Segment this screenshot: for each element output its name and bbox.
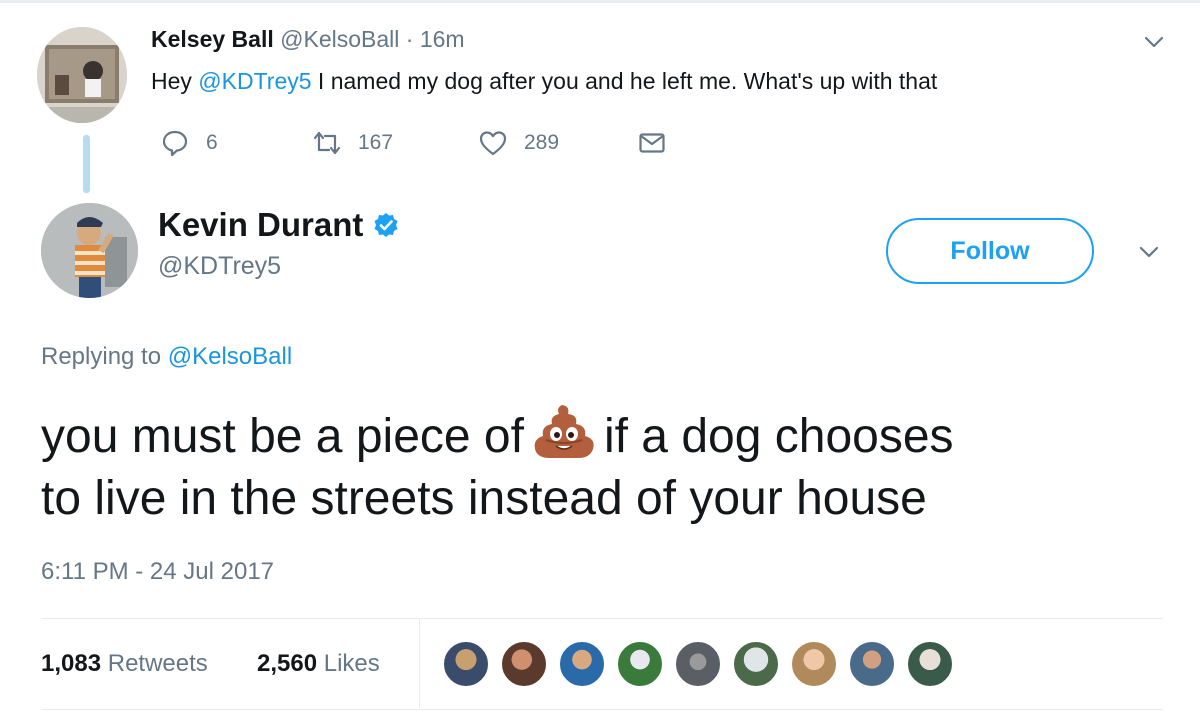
- follow-button[interactable]: Follow: [886, 218, 1094, 284]
- tweet-text-line1-before: you must be a piece of: [41, 410, 524, 463]
- liker-avatar[interactable]: [500, 640, 548, 688]
- liker-avatar[interactable]: [790, 640, 838, 688]
- parent-mention-link[interactable]: @KDTrey5: [198, 68, 311, 94]
- reply-author[interactable]: Kevin Durant: [158, 206, 399, 244]
- tweet-text-line1-after: if a dog chooses: [603, 410, 954, 463]
- chevron-down-icon[interactable]: [1137, 240, 1161, 264]
- thread-connector: [83, 135, 90, 193]
- liker-avatar[interactable]: [442, 640, 490, 688]
- retweet-count: 167: [358, 131, 394, 154]
- liker-avatar[interactable]: [558, 640, 606, 688]
- retweet-button[interactable]: 167: [312, 128, 393, 158]
- heart-icon: [479, 131, 507, 156]
- reply-icon: [162, 130, 188, 157]
- replying-prefix: Replying to: [41, 343, 162, 370]
- reply-author-handle[interactable]: @KDTrey5: [158, 252, 281, 281]
- liker-avatar[interactable]: [732, 640, 780, 688]
- parent-time[interactable]: 16m: [420, 26, 465, 52]
- parent-tweet-text: Hey @KDTrey5 I named my dog after you an…: [151, 68, 937, 95]
- avatar-photo: [37, 27, 127, 123]
- reply-count: 6: [206, 131, 218, 154]
- retweets-stat-label: Retweets: [107, 650, 208, 677]
- liker-avatar[interactable]: [848, 640, 896, 688]
- liker-avatar[interactable]: [906, 640, 954, 688]
- parent-text-after: I named my dog after you and he left me.…: [311, 68, 938, 94]
- avatar-photo: [41, 203, 138, 298]
- envelope-icon: [639, 133, 665, 153]
- stats-divider: [419, 618, 420, 708]
- retweets-stat-count: 1,083: [41, 650, 102, 677]
- retweet-icon: [313, 131, 341, 155]
- retweets-stat[interactable]: 1,083 Retweets: [41, 650, 208, 678]
- replying-to-context: Replying to @KelsoBall: [41, 343, 292, 371]
- parent-text-before: Hey: [151, 68, 199, 94]
- tweet-timestamp[interactable]: 6:11 PM - 24 Jul 2017: [41, 558, 274, 586]
- liker-avatar[interactable]: [616, 640, 664, 688]
- chevron-down-icon[interactable]: [1142, 30, 1166, 54]
- likes-stat[interactable]: 2,560 Likes: [257, 650, 380, 678]
- parent-separator: ·: [405, 26, 414, 52]
- reply-avatar[interactable]: [41, 203, 138, 298]
- top-border: [0, 0, 1200, 3]
- like-button[interactable]: 289: [478, 128, 559, 158]
- likes-stat-count: 2,560: [257, 650, 318, 677]
- pile-of-poo-emoji: [534, 405, 594, 458]
- reply-author-name[interactable]: Kevin Durant: [158, 206, 363, 244]
- tweet-text-line2: to live in the streets instead of your h…: [41, 472, 927, 525]
- liker-avatar[interactable]: [674, 640, 722, 688]
- reply-tweet-text: you must be a piece of if a dog chooses …: [41, 402, 1141, 530]
- verified-badge-icon: [374, 213, 398, 237]
- parent-author-handle[interactable]: @KelsoBall: [280, 26, 399, 52]
- direct-message-button[interactable]: [637, 128, 667, 158]
- like-count: 289: [524, 131, 560, 154]
- replying-to-link[interactable]: @KelsoBall: [168, 343, 292, 370]
- likes-stat-label: Likes: [323, 650, 380, 677]
- reply-button[interactable]: 6: [160, 128, 218, 158]
- parent-avatar[interactable]: [37, 27, 127, 123]
- parent-author-name[interactable]: Kelsey Ball: [151, 26, 274, 52]
- parent-header: Kelsey Ball @KelsoBall · 16m: [151, 26, 465, 53]
